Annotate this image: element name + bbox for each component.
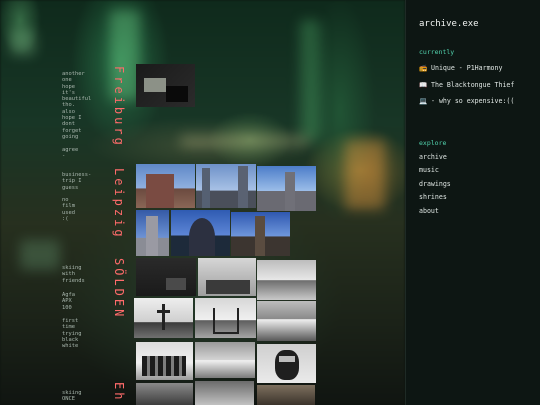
currently-book-label: The Blacktongue Thief [431, 81, 515, 89]
photo-eh-3[interactable] [257, 385, 315, 405]
photo-bw-goggles[interactable] [257, 344, 316, 383]
photo-eh-2[interactable] [195, 381, 254, 405]
photo-leipzig-6[interactable] [231, 212, 290, 256]
photo-leipzig-4[interactable] [136, 210, 169, 256]
photo-bw-group[interactable] [136, 342, 193, 380]
note-line: friends [62, 277, 85, 284]
currently-watching: 💻 - why so expensive:(( [419, 97, 514, 105]
currently-watching-label: - why so expensive:(( [431, 97, 515, 105]
nav-music[interactable]: music [419, 166, 439, 174]
note-line: - [62, 152, 66, 159]
photo-bw-lift[interactable] [195, 298, 256, 338]
photo-leipzig-3[interactable] [257, 166, 316, 211]
photo-bw-cross[interactable] [134, 298, 193, 338]
photo-leipzig-2[interactable] [196, 164, 256, 208]
photo-bw-mountains[interactable] [257, 301, 316, 341]
nav-drawings[interactable]: drawings [419, 180, 451, 188]
note-solden: skiing with friends [62, 265, 92, 284]
currently-music: 📻 Unique - P1Harmony [419, 64, 502, 72]
photo-bw-snow[interactable] [195, 342, 255, 378]
sidebar: archive.exe currently 📻 Unique - P1Harmon… [405, 0, 540, 405]
photo-solden-2[interactable] [198, 258, 256, 296]
photo-eh-1[interactable] [136, 383, 193, 405]
currently-heading: currently [419, 48, 455, 56]
note-bw: first time trying black white [62, 318, 92, 349]
nav-shrines[interactable]: shrines [419, 193, 447, 201]
heading-leipzig: Leipzig [112, 168, 126, 240]
photo-solden-1[interactable] [136, 258, 196, 296]
note-freiburg: another one hope it's beautiful tho. also hope … [62, 71, 92, 159]
radio-icon: 📻 [419, 64, 428, 72]
nav-archive[interactable]: archive [419, 153, 447, 161]
heading-freiburg: Freiburg [112, 66, 126, 148]
photo-solden-3[interactable] [257, 260, 316, 300]
heading-eh: Eh [112, 382, 126, 403]
note-line: 100 [62, 304, 72, 311]
note-line: ONCE [62, 396, 75, 403]
nav-about[interactable]: about [419, 207, 439, 215]
site-title[interactable]: archive.exe [419, 19, 479, 29]
photo-leipzig-1[interactable] [136, 164, 195, 208]
book-icon: 📖 [419, 81, 428, 89]
note-line: white [62, 343, 79, 350]
currently-music-label: Unique - P1Harmony [431, 64, 503, 72]
note-line: :( [62, 216, 69, 223]
note-skiing: skiing ONCE [62, 390, 92, 403]
note-leipzig: business-trip Iguess no film used:( [62, 172, 92, 222]
note-agfa: Agfa APX 100 [62, 292, 92, 311]
heading-solden: SÖLDEN [112, 258, 126, 320]
photo-leipzig-5[interactable] [171, 210, 230, 256]
currently-book: 📖 The Blacktongue Thief [419, 81, 514, 89]
photo-freiburg-tv[interactable] [136, 64, 195, 107]
explore-heading: explore [419, 139, 447, 147]
laptop-icon: 💻 [419, 97, 428, 105]
